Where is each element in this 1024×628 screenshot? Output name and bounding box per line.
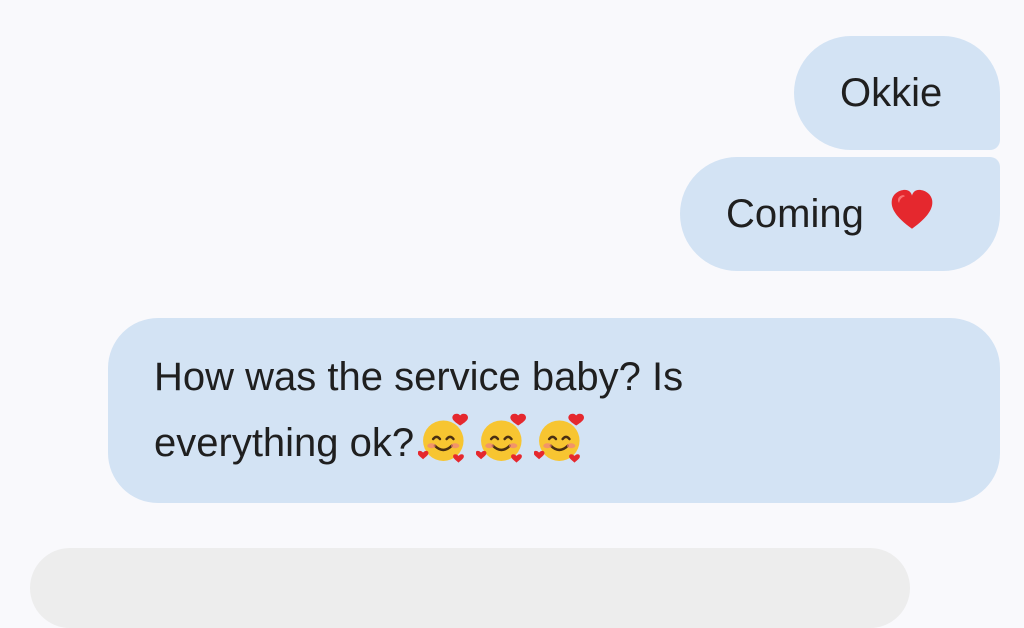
message-text: Okkie [840,71,943,115]
smiling-face-with-hearts-icon [476,413,527,463]
message-bubble-coming[interactable]: Coming [680,157,1000,271]
red-heart-icon [891,189,933,229]
message-text-line-2: everything ok? [154,410,960,476]
smiling-face-with-hearts-icon [418,413,469,463]
message-text-line-1: How was the service baby? Is [154,355,684,399]
compose-bar[interactable] [30,548,910,628]
message-thread: Okkie Coming How was the service baby? I… [0,0,1024,628]
message-text: Coming [726,192,864,236]
smiling-face-with-hearts-icon [534,413,585,463]
message-bubble-service[interactable]: How was the service baby? Is everything … [108,318,1000,503]
message-text: everything ok? [154,421,415,465]
message-bubble-okkie[interactable]: Okkie [794,36,1000,150]
